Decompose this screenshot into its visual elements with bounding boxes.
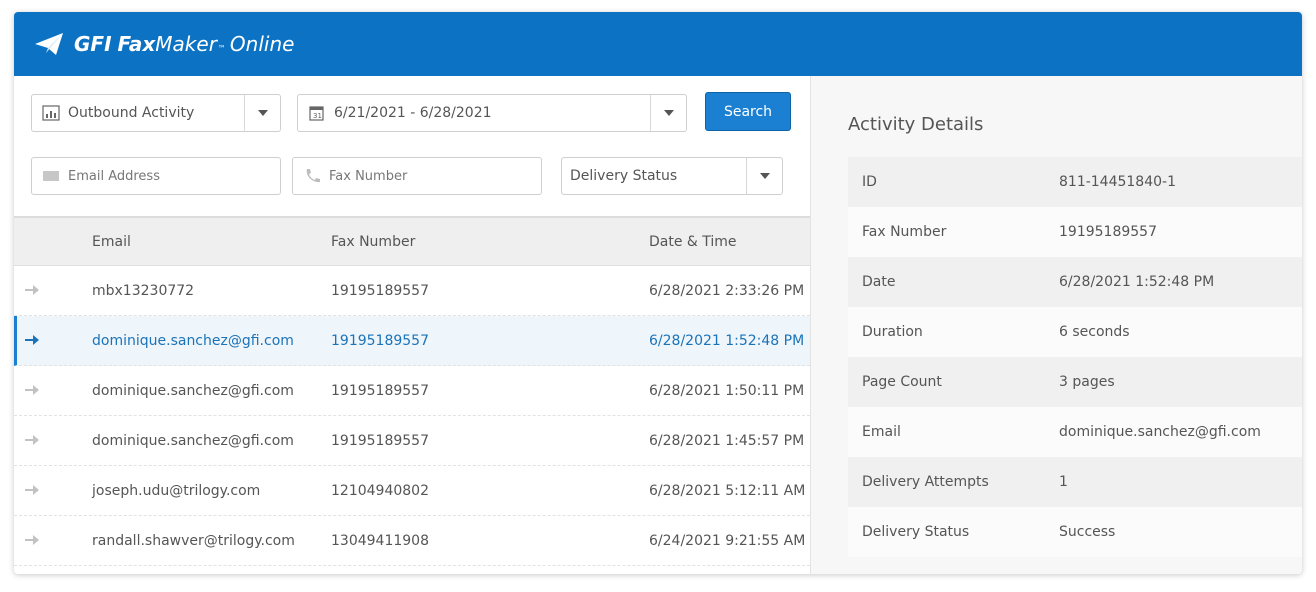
row-email: mbx13230772 <box>92 283 195 299</box>
delivery-status-select[interactable]: Delivery Status <box>561 157 783 195</box>
paper-plane-icon <box>35 33 63 55</box>
brand-online: Online <box>229 32 295 56</box>
arrow-right-icon <box>25 485 39 495</box>
fax-number-input[interactable]: Fax Number <box>292 157 542 195</box>
row-email: joseph.udu@trilogy.com <box>92 483 261 499</box>
date-range-value: 6/21/2021 - 6/28/2021 <box>334 105 492 121</box>
detail-key: Date <box>862 274 896 290</box>
activity-details-panel: Activity Details ID 811-14451840-1 Fax N… <box>810 76 1302 574</box>
brand-gfi: GFI <box>74 32 112 56</box>
search-button[interactable]: Search <box>705 92 791 131</box>
detail-key: ID <box>862 174 877 190</box>
app-window: GFI Fax Maker ™ Online Outbound Activity 31… <box>14 12 1302 574</box>
detail-key: Email <box>862 424 901 440</box>
row-date-time: 6/24/2021 9:21:55 AM <box>649 533 806 549</box>
row-date-time: 6/28/2021 1:52:48 PM <box>649 333 805 349</box>
row-fax-number: 13049411908 <box>331 533 429 549</box>
activity-panel: Outbound Activity 31 6/21/2021 - 6/28/20… <box>14 76 810 574</box>
activity-type-select[interactable]: Outbound Activity <box>31 94 281 132</box>
email-placeholder: Email Address <box>68 168 160 184</box>
arrow-right-icon <box>25 335 39 345</box>
row-fax-number: 19195189557 <box>331 333 429 349</box>
detail-key: Page Count <box>862 374 942 390</box>
calendar-icon: 31 <box>309 106 324 121</box>
row-fax-number: 12104940802 <box>331 483 429 499</box>
detail-value: 1 <box>1059 474 1068 490</box>
date-range-picker[interactable]: 31 6/21/2021 - 6/28/2021 <box>297 94 687 132</box>
detail-key: Delivery Status <box>862 524 970 540</box>
arrow-right-icon <box>25 285 39 295</box>
detail-row-email: Email dominique.sanchez@gfi.com <box>848 407 1302 457</box>
detail-row-fax-number: Fax Number 19195189557 <box>848 207 1302 257</box>
svg-text:31: 31 <box>313 112 322 120</box>
detail-row-page-count: Page Count 3 pages <box>848 357 1302 407</box>
detail-value: Success <box>1059 524 1116 540</box>
table-row[interactable]: dominique.sanchez@gfi.com 19195189557 6/… <box>14 416 810 466</box>
detail-row-id: ID 811-14451840-1 <box>848 157 1302 207</box>
phone-icon <box>306 169 320 183</box>
detail-key: Fax Number <box>862 224 947 240</box>
row-fax-number: 19195189557 <box>331 283 429 299</box>
detail-value: 6 seconds <box>1059 324 1130 340</box>
arrow-right-icon <box>25 435 39 445</box>
details-list: ID 811-14451840-1 Fax Number 19195189557… <box>848 157 1302 557</box>
detail-value: 19195189557 <box>1059 224 1157 240</box>
column-header-date-time[interactable]: Date & Time <box>649 234 737 250</box>
app-header: GFI Fax Maker ™ Online <box>14 12 1302 76</box>
arrow-right-icon <box>25 385 39 395</box>
column-header-fax-number[interactable]: Fax Number <box>331 234 415 250</box>
row-fax-number: 19195189557 <box>331 433 429 449</box>
row-email: dominique.sanchez@gfi.com <box>92 383 294 399</box>
brand-trademark: ™ <box>217 44 226 53</box>
chevron-down-icon[interactable] <box>244 95 280 131</box>
table-row[interactable]: dominique.sanchez@gfi.com 19195189557 6/… <box>14 366 810 416</box>
details-title: Activity Details <box>848 114 984 135</box>
row-date-time: 6/28/2021 2:33:26 PM <box>649 283 805 299</box>
activity-type-value: Outbound Activity <box>68 105 195 121</box>
email-address-input[interactable]: Email Address <box>31 157 281 195</box>
chart-icon <box>42 105 60 121</box>
table-row[interactable]: joseph.udu@trilogy.com 12104940802 6/28/… <box>14 466 810 516</box>
table-header: Email Fax Number Date & Time <box>14 216 810 266</box>
detail-value: 811-14451840-1 <box>1059 174 1176 190</box>
arrow-right-icon <box>25 535 39 545</box>
detail-row-delivery-attempts: Delivery Attempts 1 <box>848 457 1302 507</box>
email-icon <box>43 171 59 181</box>
brand-fax: Fax <box>117 32 156 56</box>
table-row[interactable]: randall.shawver@trilogy.com 13049411908 … <box>14 516 810 566</box>
app-brand: GFI Fax Maker ™ Online <box>74 32 294 56</box>
row-date-time: 6/28/2021 1:45:57 PM <box>649 433 805 449</box>
detail-row-duration: Duration 6 seconds <box>848 307 1302 357</box>
detail-value: dominique.sanchez@gfi.com <box>1059 424 1261 440</box>
fax-placeholder: Fax Number <box>329 168 408 184</box>
chevron-down-icon[interactable] <box>746 158 782 194</box>
row-email: dominique.sanchez@gfi.com <box>92 333 294 349</box>
detail-row-date: Date 6/28/2021 1:52:48 PM <box>848 257 1302 307</box>
detail-value: 6/28/2021 1:52:48 PM <box>1059 274 1215 290</box>
detail-row-delivery-status: Delivery Status Success <box>848 507 1302 557</box>
table-row-selected[interactable]: dominique.sanchez@gfi.com 19195189557 6/… <box>14 316 810 366</box>
detail-value: 3 pages <box>1059 374 1115 390</box>
column-header-email[interactable]: Email <box>92 234 131 250</box>
brand-maker: Maker <box>155 32 217 56</box>
activity-table-body: mbx13230772 19195189557 6/28/2021 2:33:2… <box>14 266 810 566</box>
row-email: randall.shawver@trilogy.com <box>92 533 295 549</box>
detail-key: Delivery Attempts <box>862 474 989 490</box>
row-date-time: 6/28/2021 1:50:11 PM <box>649 383 805 399</box>
table-row[interactable]: mbx13230772 19195189557 6/28/2021 2:33:2… <box>14 266 810 316</box>
chevron-down-icon[interactable] <box>650 95 686 131</box>
row-date-time: 6/28/2021 5:12:11 AM <box>649 483 806 499</box>
row-fax-number: 19195189557 <box>331 383 429 399</box>
row-email: dominique.sanchez@gfi.com <box>92 433 294 449</box>
detail-key: Duration <box>862 324 923 340</box>
delivery-status-value: Delivery Status <box>570 168 678 184</box>
